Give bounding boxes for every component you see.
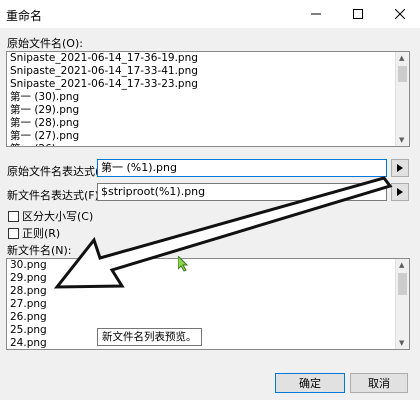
new-name-item[interactable]: 25.png (7, 324, 409, 337)
scroll-down-icon[interactable]: ▼ (399, 339, 404, 347)
maximize-button[interactable] (338, 0, 378, 28)
new-names-list[interactable]: 30.png 29.png 28.png 27.png 26.png 25.png 24.p… (6, 258, 410, 350)
new-names-label: 新文件名(N): (7, 244, 72, 257)
original-name-item[interactable]: 第一 (27).png (7, 130, 409, 143)
original-expr-input[interactable]: 第一 (%1).png (97, 159, 387, 177)
scroll-thumb[interactable] (398, 66, 407, 82)
play-arrow-icon (397, 188, 403, 196)
scroll-up-icon[interactable]: ▲ (399, 261, 404, 269)
minimize-icon (311, 13, 321, 15)
new-name-item[interactable]: 26.png (7, 311, 409, 324)
close-icon (395, 9, 405, 19)
new-name-item[interactable]: 30.png (7, 259, 409, 272)
new-name-item[interactable]: 27.png (7, 298, 409, 311)
new-name-item[interactable]: 29.png (7, 272, 409, 285)
original-names-label: 原始文件名(O): (7, 37, 83, 50)
preview-tooltip: 新文件名列表预览。 (97, 328, 202, 346)
case-sensitive-label: 区分大小写(C) (22, 210, 94, 223)
minimize-button[interactable] (296, 0, 336, 28)
play-arrow-icon (397, 164, 403, 172)
original-names-scrollbar[interactable]: ▲ ▼ (395, 52, 409, 146)
scroll-up-icon[interactable]: ▲ (399, 54, 404, 62)
original-names-rows: Snipaste_2021-06-14_17-36-19.png Snipaste… (7, 52, 409, 146)
original-name-item[interactable]: Snipaste_2021-06-14_17-36-19.png (7, 52, 409, 65)
cancel-button[interactable]: 取消 (350, 373, 408, 393)
mouse-cursor-icon (178, 256, 189, 272)
new-names-scrollbar[interactable]: ▲ ▼ (395, 259, 409, 349)
case-sensitive-checkbox[interactable] (8, 210, 19, 222)
title-bar: 重命名 (0, 0, 420, 28)
original-name-item[interactable]: Snipaste_2021-06-14_17-33-41.png (7, 65, 409, 78)
new-name-item[interactable]: 28.png (7, 285, 409, 298)
new-name-item[interactable]: 24.png (7, 337, 409, 349)
case-sensitive-option[interactable]: 区分大小写(C) (8, 208, 93, 224)
original-name-item[interactable]: Snipaste_2021-06-14_17-33-23.png (7, 78, 409, 91)
new-expr-button[interactable] (391, 183, 409, 201)
new-expr-input[interactable]: $striproot(%1).png (97, 183, 387, 201)
regex-checkbox[interactable] (8, 227, 19, 239)
scroll-down-icon[interactable]: ▼ (399, 136, 404, 144)
close-button[interactable] (380, 0, 420, 28)
original-names-list[interactable]: Snipaste_2021-06-14_17-36-19.png Snipaste… (6, 51, 410, 147)
window-title: 重命名 (6, 9, 43, 23)
regex-label: 正则(R) (22, 227, 61, 240)
new-names-rows: 30.png 29.png 28.png 27.png 26.png 25.png 24.p… (7, 259, 409, 349)
original-name-item[interactable]: 第一 (28).png (7, 117, 409, 130)
ok-button[interactable]: 确定 (275, 373, 345, 393)
maximize-icon (353, 9, 363, 19)
regex-option[interactable]: 正则(R) (8, 225, 60, 241)
scroll-thumb[interactable] (398, 273, 407, 295)
original-expr-button[interactable] (391, 159, 409, 177)
new-expr-label: 新文件名表达式(F): (7, 189, 103, 202)
original-name-item[interactable]: 第一 (26).png (7, 143, 409, 146)
original-name-item[interactable]: 第一 (29).png (7, 104, 409, 117)
original-name-item[interactable]: 第一 (30).png (7, 91, 409, 104)
